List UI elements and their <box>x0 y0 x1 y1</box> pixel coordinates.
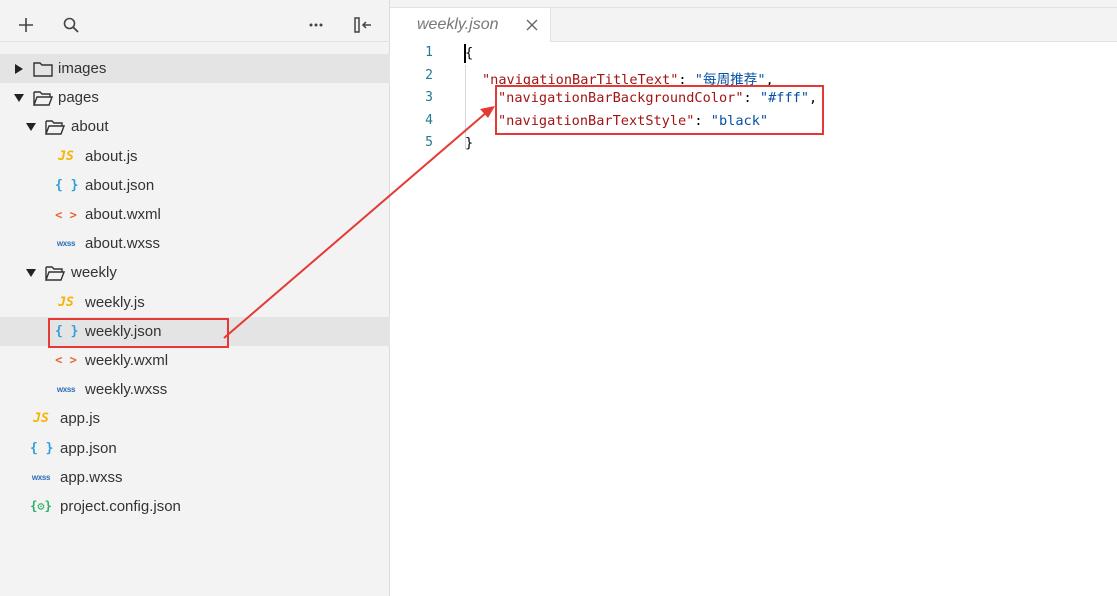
annotation-arrow <box>223 106 495 339</box>
devtools-window: images pages about JS about.js { } about… <box>0 0 1117 596</box>
